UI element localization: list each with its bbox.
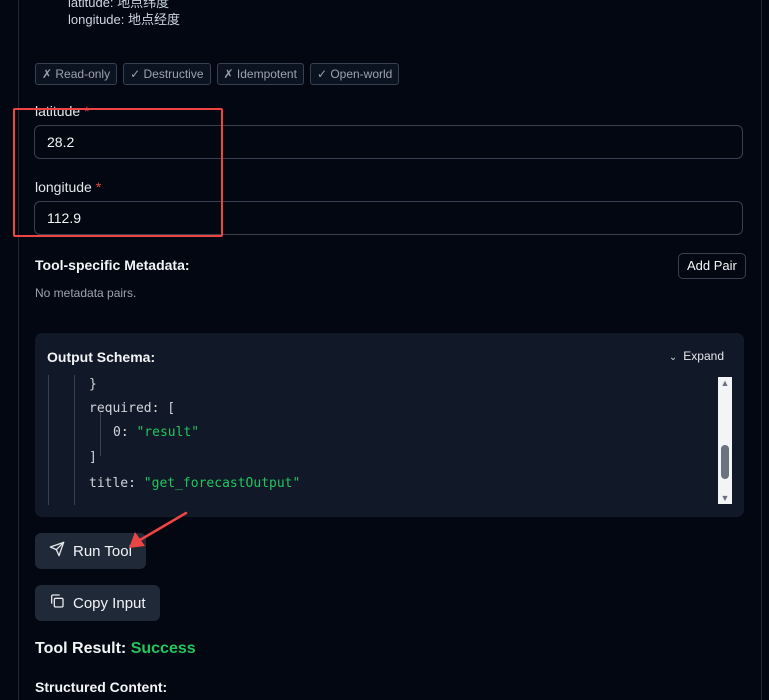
copy-icon — [49, 593, 65, 613]
structured-content-label: Structured Content: — [35, 679, 168, 695]
indent-guide — [48, 375, 49, 505]
code-title-line: title: "get_forecastOutput" — [89, 476, 300, 491]
badge-idempotent: ✗ Idempotent — [216, 63, 304, 85]
badge-destructive: ✓ Destructive — [123, 63, 211, 85]
code-key: title: — [89, 476, 136, 491]
metadata-empty-text: No metadata pairs. — [35, 286, 137, 300]
schema-code-view: } required: [ 0: "result" ] title: "get_… — [47, 375, 719, 505]
indent-guide — [74, 375, 75, 505]
schema-scrollbar[interactable]: ▲ ▼ — [718, 377, 732, 504]
metadata-title: Tool-specific Metadata: — [35, 257, 190, 273]
run-tool-label: Run Tool — [73, 542, 132, 560]
tool-result-label: Tool Result: — [35, 640, 127, 657]
tool-result-status: Success — [130, 640, 196, 657]
longitude-description: longitude: 地点经度 — [68, 12, 180, 27]
scroll-up-arrow-icon[interactable]: ▲ — [718, 377, 732, 389]
code-close-brace: } — [89, 377, 97, 392]
tool-result-title: Tool Result: Success — [35, 640, 196, 658]
copy-input-button[interactable]: Copy Input — [35, 585, 160, 621]
send-icon — [49, 541, 65, 561]
badge-open-world: ✓ Open-world — [309, 63, 400, 85]
expand-button[interactable]: ⌄ Expand — [669, 349, 724, 363]
indent-guide — [100, 412, 101, 456]
scroll-down-arrow-icon[interactable]: ▼ — [718, 492, 732, 504]
output-schema-panel: Output Schema: ⌄ Expand } required: [ 0: … — [35, 333, 744, 517]
code-close-bracket: ] — [89, 450, 97, 465]
code-required-line: required: [ — [89, 401, 175, 416]
add-pair-button[interactable]: Add Pair — [678, 253, 746, 279]
scrollbar-thumb[interactable] — [721, 445, 729, 479]
expand-label: Expand — [683, 349, 724, 363]
badge-read-only: ✗ Read-only — [35, 63, 118, 85]
run-tool-button[interactable]: Run Tool — [35, 533, 146, 569]
code-open-bracket: [ — [167, 401, 176, 416]
code-key: required: — [89, 401, 160, 416]
output-schema-title: Output Schema: — [47, 349, 156, 365]
chevron-down-icon: ⌄ — [668, 352, 678, 363]
code-string: "get_forecastOutput" — [143, 476, 301, 491]
copy-input-label: Copy Input — [73, 594, 146, 612]
code-string: "result" — [136, 425, 200, 440]
annotation-highlight-box — [13, 108, 223, 237]
code-index: 0: — [113, 425, 129, 440]
annotation-badges: ✗ Read-only ✓ Destructive ✗ Idempotent ✓… — [35, 63, 400, 85]
code-item-line: 0: "result" — [113, 425, 199, 440]
